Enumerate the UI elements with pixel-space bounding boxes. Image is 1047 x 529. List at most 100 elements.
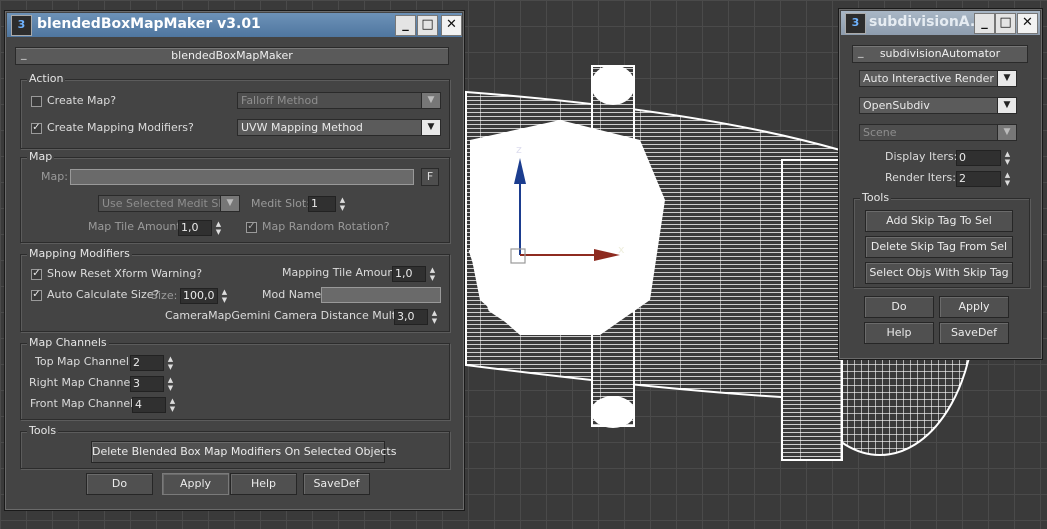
spinner-value[interactable]: 0 (956, 150, 1001, 166)
title-bar[interactable]: 3 subdivisionA... _ □ ✕ (841, 11, 1040, 35)
spinner-arrows-icon[interactable]: ▲ ▼ (337, 196, 348, 212)
uvw-method-dropdown[interactable]: UVW Mapping Method ▼ (237, 119, 441, 136)
create-map-label[interactable]: Create Map? (47, 94, 116, 107)
group-label: Mapping Modifiers (27, 247, 132, 260)
chevron-down-icon: ▼ (421, 93, 440, 108)
medit-slot-spinner[interactable]: 1 ▲ ▼ (308, 196, 348, 212)
delete-modifiers-button[interactable]: Delete Blended Box Map Modifiers On Sele… (91, 441, 396, 463)
axis-z-label: z (516, 143, 522, 156)
collapse-icon: _ (21, 47, 27, 60)
chevron-down-icon: ▼ (220, 196, 239, 211)
savedef-button[interactable]: SaveDef (939, 322, 1009, 344)
delete-skip-tag-button[interactable]: Delete Skip Tag From Sel (865, 236, 1013, 258)
spinner-value[interactable]: 2 (130, 355, 164, 371)
create-modifiers-checkbox[interactable]: ✓ (31, 123, 42, 134)
app-icon[interactable]: 3 (845, 13, 866, 34)
size-spinner[interactable]: 100,0 ▲ ▼ (180, 288, 230, 304)
spinner-arrows-icon[interactable]: ▲ ▼ (1002, 171, 1013, 187)
scope-dropdown[interactable]: Scene ▼ (859, 124, 1017, 141)
spinner-arrows-icon[interactable]: ▲ ▼ (165, 376, 176, 392)
transform-gizmo[interactable] (500, 140, 640, 280)
spinner-arrows-icon[interactable]: ▲ ▼ (427, 266, 438, 282)
group-label: Tools (860, 191, 892, 204)
title-bar[interactable]: 3 blendedBoxMapMaker v3.01 _ □ ✕ (7, 13, 462, 37)
random-rotation-label[interactable]: Map Random Rotation? (262, 220, 390, 233)
display-iters-spinner[interactable]: 0 ▲ ▼ (956, 150, 1013, 166)
app-icon[interactable]: 3 (11, 15, 32, 36)
group-label: Action (27, 72, 66, 85)
spinner-value[interactable]: 1,0 (178, 220, 212, 236)
f-button[interactable]: F (421, 168, 439, 186)
help-button[interactable]: Help (864, 322, 934, 344)
right-channel-spinner[interactable]: 3 ▲ ▼ (130, 376, 176, 392)
subdivisionautomator-window: 3 subdivisionA... _ □ ✕ _ subdivisionAut… (838, 8, 1043, 360)
spinner-arrows-icon[interactable]: ▲ ▼ (167, 397, 178, 413)
map-tile-label: Map Tile Amount: (88, 220, 185, 233)
spinner-arrows-icon[interactable]: ▲ ▼ (219, 288, 230, 304)
spinner-arrows-icon[interactable]: ▲ ▼ (165, 355, 176, 371)
mod-name-input[interactable] (321, 287, 441, 303)
maximize-button[interactable]: □ (417, 15, 438, 36)
camera-multiplier-spinner[interactable]: 3,0 ▲ ▼ (394, 309, 440, 325)
display-iters-label: Display Iters: (885, 150, 958, 163)
group-action: Action (20, 72, 450, 149)
spinner-arrows-icon[interactable]: ▲ ▼ (1002, 150, 1013, 166)
minimize-button[interactable]: _ (974, 13, 995, 34)
rollout-header[interactable]: _ blendedBoxMapMaker (15, 47, 449, 65)
mapping-tile-label: Mapping Tile Amount: (282, 266, 403, 279)
spinner-arrows-icon[interactable]: ▲ ▼ (429, 309, 440, 325)
apply-button[interactable]: Apply (162, 473, 229, 495)
spinner-value[interactable]: 4 (132, 397, 166, 413)
dropdown-value: OpenSubdiv (863, 99, 930, 112)
camera-multiplier-label: CameraMapGemini Camera Distance Multipli… (165, 309, 428, 322)
spinner-value[interactable]: 3 (130, 376, 164, 392)
do-button[interactable]: Do (86, 473, 153, 495)
top-channel-spinner[interactable]: 2 ▲ ▼ (130, 355, 176, 371)
dropdown-value: Use Selected Medit Slot (102, 197, 233, 210)
apply-button[interactable]: Apply (939, 296, 1009, 318)
create-modifiers-label[interactable]: Create Mapping Modifiers? (47, 121, 194, 134)
select-skip-tag-button[interactable]: Select Objs With Skip Tag (865, 262, 1013, 284)
savedef-button[interactable]: SaveDef (303, 473, 370, 495)
subdiv-method-dropdown[interactable]: OpenSubdiv ▼ (859, 97, 1017, 114)
top-channel-label: Top Map Channel: (35, 355, 133, 368)
close-button[interactable]: ✕ (1017, 13, 1038, 34)
add-skip-tag-button[interactable]: Add Skip Tag To Sel (865, 210, 1013, 232)
medit-slot-label: Medit Slot: (251, 197, 310, 210)
random-rotation-checkbox[interactable]: ✓ (246, 222, 257, 233)
reset-xform-label[interactable]: Show Reset Xform Warning? (47, 267, 202, 280)
falloff-method-dropdown[interactable]: Falloff Method ▼ (237, 92, 441, 109)
medit-slot-dropdown[interactable]: Use Selected Medit Slot ▼ (98, 195, 240, 212)
spinner-value[interactable]: 1,0 (392, 266, 426, 282)
dropdown-value: Scene (863, 126, 897, 139)
help-button[interactable]: Help (230, 473, 297, 495)
interactive-render-dropdown[interactable]: Auto Interactive Render On ▼ (859, 70, 1017, 87)
window-title: subdivisionA... (869, 14, 986, 30)
create-map-checkbox[interactable] (31, 96, 42, 107)
chevron-down-icon: ▼ (997, 71, 1016, 86)
dropdown-value: UVW Mapping Method (241, 121, 363, 134)
spinner-value[interactable]: 3,0 (394, 309, 428, 325)
window-title: blendedBoxMapMaker v3.01 (37, 16, 261, 32)
map-slot-field[interactable] (70, 169, 414, 185)
auto-calc-size-checkbox[interactable]: ✓ (31, 290, 42, 301)
close-button[interactable]: ✕ (441, 15, 462, 36)
spinner-value[interactable]: 100,0 (180, 288, 218, 304)
mapping-tile-spinner[interactable]: 1,0 ▲ ▼ (392, 266, 438, 282)
render-iters-spinner[interactable]: 2 ▲ ▼ (956, 171, 1013, 187)
chevron-down-icon: ▼ (997, 98, 1016, 113)
rollout-header[interactable]: _ subdivisionAutomator (852, 45, 1028, 63)
spinner-value[interactable]: 1 (308, 196, 336, 212)
maximize-button[interactable]: □ (995, 13, 1016, 34)
reset-xform-checkbox[interactable]: ✓ (31, 269, 42, 280)
render-iters-label: Render Iters: (885, 171, 956, 184)
spinner-arrows-icon[interactable]: ▲ ▼ (213, 220, 224, 236)
front-channel-spinner[interactable]: 4 ▲ ▼ (132, 397, 178, 413)
do-button[interactable]: Do (864, 296, 934, 318)
auto-calc-size-label[interactable]: Auto Calculate Size? (47, 288, 159, 301)
spinner-value[interactable]: 2 (956, 171, 1001, 187)
map-tile-spinner[interactable]: 1,0 ▲ ▼ (178, 220, 224, 236)
group-label: Map (27, 150, 55, 163)
minimize-button[interactable]: _ (395, 15, 416, 36)
window-client: _ subdivisionAutomator Auto Interactive … (845, 39, 1036, 353)
